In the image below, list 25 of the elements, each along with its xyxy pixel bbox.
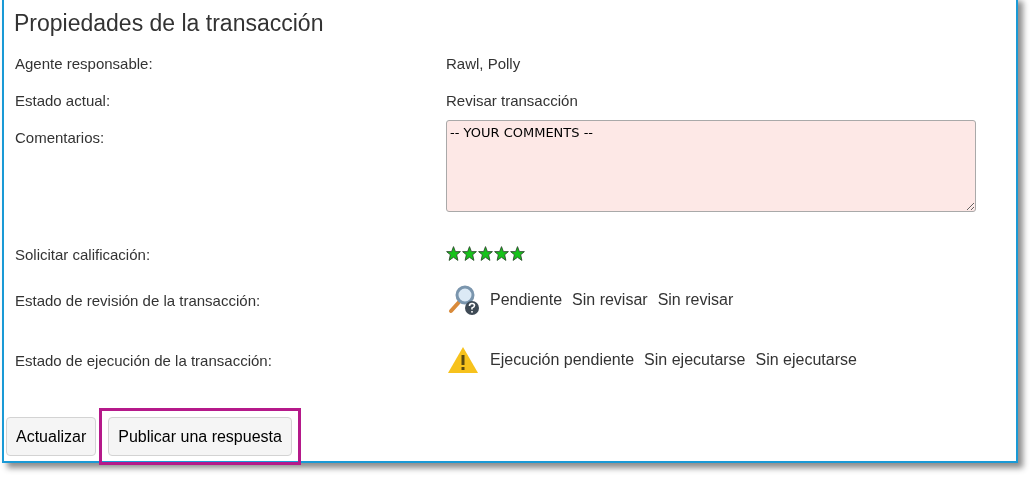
field-label: Comentarios: bbox=[15, 128, 106, 148]
star-icon[interactable] bbox=[510, 246, 525, 261]
star-icon[interactable] bbox=[462, 246, 477, 261]
field-label: Estado de revisión de la transacción: bbox=[15, 291, 262, 311]
field-value: Rawl, Polly bbox=[446, 54, 521, 74]
status-value: Sin revisar bbox=[572, 290, 648, 310]
magnifier-icon bbox=[447, 284, 479, 316]
warning-icon bbox=[447, 346, 479, 374]
status-value: Sin ejecutarse bbox=[644, 350, 746, 370]
status-value: Ejecución pendiente bbox=[490, 350, 635, 370]
star-icon[interactable] bbox=[478, 246, 493, 261]
panel-title: Propiedades de la transacción bbox=[13, 9, 325, 38]
action-button[interactable]: Publicar una respuesta bbox=[108, 417, 292, 456]
status-value: Sin ejecutarse bbox=[755, 350, 857, 370]
status-value: Pendiente bbox=[490, 290, 563, 310]
field-label: Estado actual: bbox=[15, 91, 112, 111]
field-label: Solicitar calificación: bbox=[15, 245, 152, 265]
field-label: Agente responsable: bbox=[15, 54, 154, 74]
field-value: Revisar transacción bbox=[446, 91, 578, 111]
field-label: Estado de ejecución de la transacción: bbox=[15, 351, 273, 371]
star-icon[interactable] bbox=[446, 246, 461, 261]
action-button[interactable]: Actualizar bbox=[6, 417, 97, 456]
comments-field[interactable]: -- YOUR COMMENTS -- bbox=[446, 120, 976, 212]
status-value: Sin revisar bbox=[657, 290, 734, 310]
star-icon[interactable] bbox=[494, 246, 509, 261]
